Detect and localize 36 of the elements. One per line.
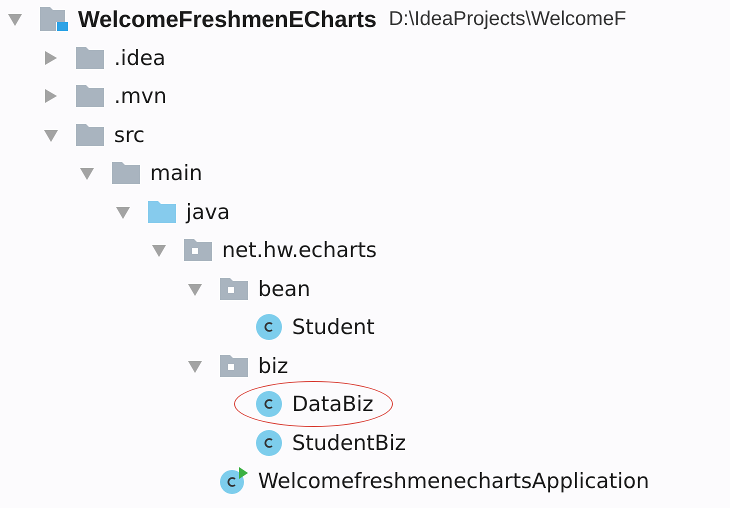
tree-item[interactable]: DataBiz: [292, 392, 374, 416]
expand-arrow-icon[interactable]: [44, 50, 58, 65]
tree-item[interactable]: main: [150, 161, 202, 186]
collapse-arrow-icon[interactable]: [44, 128, 58, 142]
collapse-arrow-icon[interactable]: [188, 358, 202, 373]
folder-icon: [76, 85, 104, 108]
folder-icon: [76, 46, 104, 69]
package-folder-icon: [220, 354, 248, 377]
package-folder-icon: [220, 278, 248, 300]
class-icon: [256, 314, 282, 340]
folder-icon: [112, 162, 140, 184]
tree-item[interactable]: .idea: [114, 46, 166, 70]
tree-item[interactable]: WelcomeFreshmenECharts: [78, 6, 377, 33]
tree-item[interactable]: src: [114, 122, 145, 147]
collapse-arrow-icon[interactable]: [188, 282, 202, 296]
class-icon: [256, 430, 282, 456]
tree-item[interactable]: biz: [258, 354, 288, 378]
collapse-arrow-icon[interactable]: [80, 166, 94, 180]
run-class-icon: [220, 467, 248, 496]
tree-item[interactable]: Student: [292, 315, 375, 340]
collapse-arrow-icon[interactable]: [116, 204, 130, 219]
folder-icon: [76, 124, 104, 146]
class-icon: [256, 391, 282, 418]
tree-item[interactable]: bean: [258, 276, 310, 301]
folder-icon: [148, 200, 176, 223]
expand-arrow-icon[interactable]: [44, 89, 58, 104]
tree-item[interactable]: WelcomefreshmenechartsApplication: [258, 469, 650, 494]
tree-item[interactable]: net.hw.echarts: [222, 238, 377, 262]
package-folder-icon: [184, 239, 212, 262]
tree-item[interactable]: StudentBiz: [292, 430, 406, 455]
tree-item[interactable]: .mvn: [114, 84, 167, 108]
project-folder-icon: [40, 7, 68, 32]
collapse-arrow-icon[interactable]: [8, 12, 22, 26]
tree-item[interactable]: java: [186, 200, 230, 224]
collapse-arrow-icon[interactable]: [152, 243, 166, 258]
project-path: D:\IdeaProjects\WelcomeF: [388, 8, 626, 31]
